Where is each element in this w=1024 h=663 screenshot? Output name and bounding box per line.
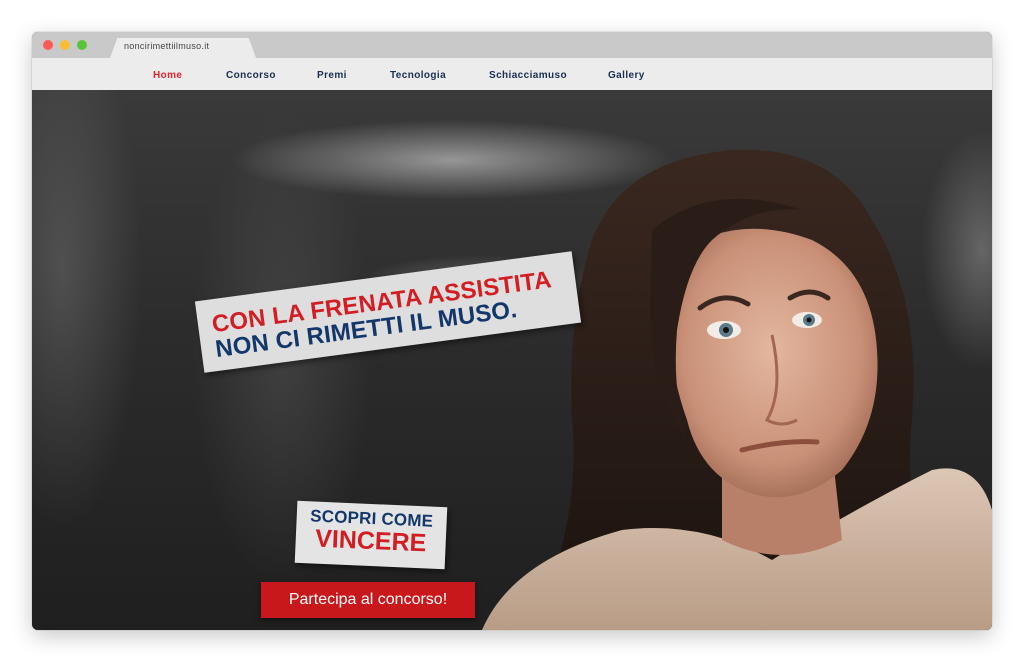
browser-tab-url: noncirimettiilmuso.it [124, 41, 210, 51]
nav-gallery[interactable]: Gallery [608, 70, 645, 81]
promo-line-2: VINCERE [314, 524, 427, 558]
nav-schiacciamuso[interactable]: Schiacciamuso [489, 70, 567, 81]
woman-photo [482, 149, 992, 630]
nav-concorso[interactable]: Concorso [226, 70, 276, 81]
browser-titlebar: noncirimettiilmuso.it [32, 32, 992, 58]
nav-tecnologia[interactable]: Tecnologia [390, 70, 446, 81]
nav-home[interactable]: Home [153, 70, 182, 81]
nav-premi[interactable]: Premi [317, 70, 347, 81]
participate-button[interactable]: Partecipa al concorso! [261, 582, 475, 618]
hero-banner: CON LA FRENATA ASSISTITA NON CI RIMETTI … [32, 90, 992, 630]
maximize-window-button[interactable] [77, 40, 87, 50]
site-navbar: Home Concorso Premi Tecnologia Schiaccia… [32, 58, 992, 91]
minimize-window-button[interactable] [60, 40, 70, 50]
close-window-button[interactable] [43, 40, 53, 50]
promo-card[interactable]: SCOPRI COME VINCERE [294, 500, 448, 570]
browser-window: noncirimettiilmuso.it Home Concorso Prem… [32, 32, 992, 630]
